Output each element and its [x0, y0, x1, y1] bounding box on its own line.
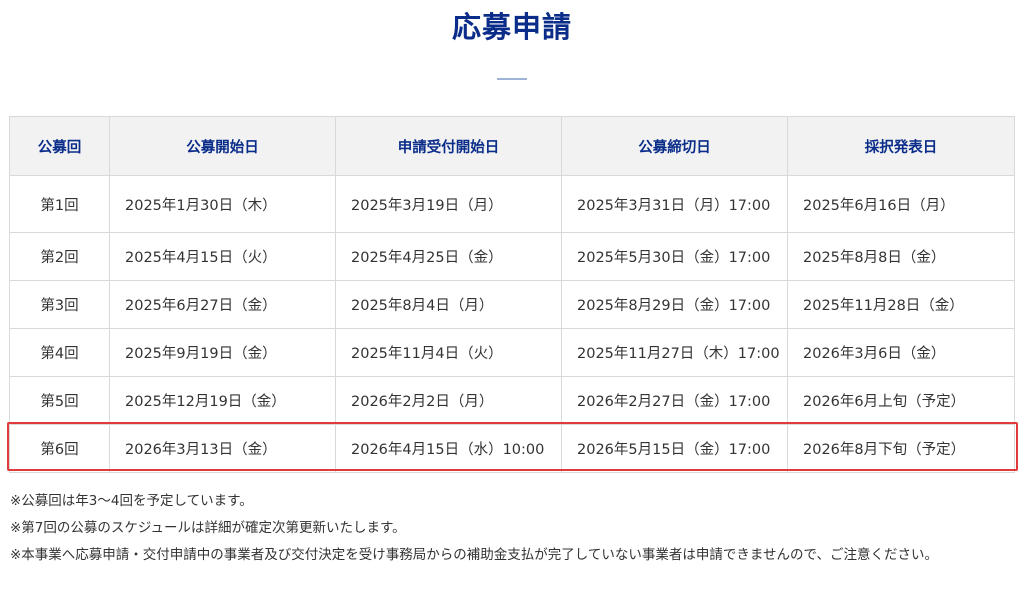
cell-open-date: 2025年6月27日（金）	[109, 280, 336, 329]
table-row: 第2回 2025年4月15日（火） 2025年4月25日（金） 2025年5月3…	[9, 232, 1015, 281]
cell-round: 第2回	[9, 232, 110, 281]
title-divider	[497, 78, 527, 80]
table-row: 第5回 2025年12月19日（金） 2026年2月2日（月） 2026年2月2…	[9, 376, 1015, 425]
cell-application-start: 2025年4月25日（金）	[335, 232, 562, 281]
cell-round: 第6回	[9, 424, 110, 473]
note-eligibility-caution: ※本事業へ応募申請・交付申請中の事業者及び交付決定を受け事務局からの補助金支払が…	[10, 547, 938, 563]
cell-deadline: 2025年11月27日（木）17:00	[561, 328, 788, 377]
cell-round: 第4回	[9, 328, 110, 377]
header-deadline: 公募締切日	[561, 116, 788, 176]
note-rounds-per-year: ※公募回は年3～4回を予定しています。	[10, 493, 253, 509]
cell-deadline: 2025年3月31日（月）17:00	[561, 175, 788, 233]
cell-round: 第1回	[9, 175, 110, 233]
table-row-highlighted: 第6回 2026年3月13日（金） 2026年4月15日（水）10:00 202…	[9, 424, 1015, 473]
table-row: 第4回 2025年9月19日（金） 2025年11月4日（火） 2025年11月…	[9, 328, 1015, 377]
cell-deadline: 2025年5月30日（金）17:00	[561, 232, 788, 281]
cell-application-start: 2025年8月4日（月）	[335, 280, 562, 329]
cell-announcement: 2026年3月6日（金）	[787, 328, 1015, 377]
note-next-round-schedule: ※第7回の公募のスケジュールは詳細が確定次第更新いたします。	[10, 520, 406, 536]
cell-announcement: 2025年6月16日（月）	[787, 175, 1015, 233]
notes: ※公募回は年3～4回を予定しています。 ※第7回の公募のスケジュールは詳細が確定…	[10, 488, 1014, 569]
cell-open-date: 2025年4月15日（火）	[109, 232, 336, 281]
cell-announcement: 2026年6月上旬（予定）	[787, 376, 1015, 425]
header-open-date: 公募開始日	[109, 116, 336, 176]
cell-round: 第3回	[9, 280, 110, 329]
page-title: 応募申請	[451, 10, 572, 44]
table-header-row: 公募回 公募開始日 申請受付開始日 公募締切日 採択発表日	[9, 116, 1015, 176]
schedule-table: 公募回 公募開始日 申請受付開始日 公募締切日 採択発表日 第1回 2025年1…	[9, 116, 1015, 473]
cell-application-start: 2026年2月2日（月）	[335, 376, 562, 425]
cell-application-start: 2026年4月15日（水）10:00	[335, 424, 562, 473]
cell-announcement: 2026年8月下旬（予定）	[787, 424, 1015, 473]
header-application-start: 申請受付開始日	[335, 116, 562, 176]
cell-deadline: 2025年8月29日（金）17:00	[561, 280, 788, 329]
header-round: 公募回	[9, 116, 110, 176]
table-row: 第3回 2025年6月27日（金） 2025年8月4日（月） 2025年8月29…	[9, 280, 1015, 329]
cell-announcement: 2025年11月28日（金）	[787, 280, 1015, 329]
table-row: 第1回 2025年1月30日（木） 2025年3月19日（月） 2025年3月3…	[9, 175, 1015, 233]
cell-open-date: 2025年9月19日（金）	[109, 328, 336, 377]
header-announcement: 採択発表日	[787, 116, 1015, 176]
cell-announcement: 2025年8月8日（金）	[787, 232, 1015, 281]
cell-open-date: 2025年1月30日（木）	[109, 175, 336, 233]
cell-open-date: 2025年12月19日（金）	[109, 376, 336, 425]
cell-open-date: 2026年3月13日（金）	[109, 424, 336, 473]
cell-round: 第5回	[9, 376, 110, 425]
cell-deadline: 2026年5月15日（金）17:00	[561, 424, 788, 473]
cell-application-start: 2025年3月19日（月）	[335, 175, 562, 233]
cell-application-start: 2025年11月4日（火）	[335, 328, 562, 377]
cell-deadline: 2026年2月27日（金）17:00	[561, 376, 788, 425]
